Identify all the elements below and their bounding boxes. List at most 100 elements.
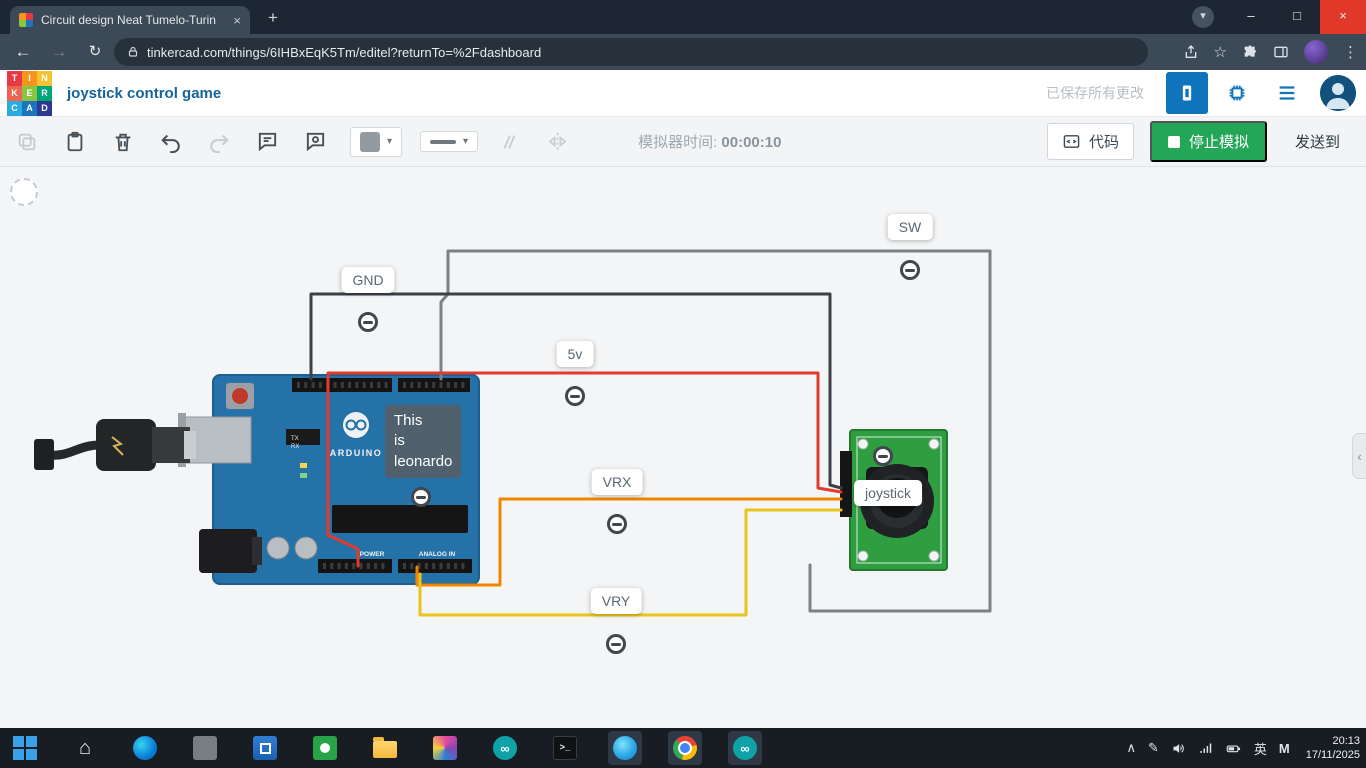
copy-icon[interactable] bbox=[14, 129, 40, 155]
browser-tab[interactable]: Circuit design Neat Tumelo-Turin × bbox=[10, 6, 250, 34]
clock-date: 17/11/2025 bbox=[1305, 749, 1360, 761]
edge-open-app-icon[interactable] bbox=[608, 731, 642, 765]
tinkercad-header: T I N K E R C A D joystick control game … bbox=[0, 70, 1366, 117]
address-bar[interactable]: tinkercad.com/things/6IHBxEqK5Tm/editel?… bbox=[114, 38, 1148, 66]
command-prompt-icon[interactable]: >_ bbox=[548, 731, 582, 765]
browser-menu-icon[interactable]: ⋮ bbox=[1343, 43, 1358, 61]
wire-style-dropdown[interactable]: ▾ bbox=[420, 131, 479, 152]
tray-expand-icon[interactable]: ∧ bbox=[1126, 740, 1136, 756]
infinity-app-icon[interactable]: ∞ bbox=[488, 731, 522, 765]
pen-tray-icon[interactable]: ✎ bbox=[1148, 740, 1159, 756]
ime-indicator[interactable]: M bbox=[1279, 741, 1290, 756]
chrome-open-app-icon[interactable] bbox=[668, 731, 702, 765]
tinkercad-logo[interactable]: T I N K E R C A D bbox=[7, 70, 52, 116]
infinity-icon: ∞ bbox=[493, 736, 517, 760]
reload-button[interactable]: ↻ bbox=[82, 40, 108, 64]
chrome-icon bbox=[673, 736, 697, 760]
board-note-tooltip: This is leonardo bbox=[385, 405, 462, 478]
components-view-button[interactable] bbox=[1166, 72, 1208, 114]
list-view-button[interactable] bbox=[1266, 72, 1308, 114]
pin-marker-sw[interactable] bbox=[900, 260, 920, 280]
wire-vrx[interactable] bbox=[415, 497, 843, 587]
pin-marker-joystick[interactable] bbox=[873, 446, 893, 466]
design-title[interactable]: joystick control game bbox=[67, 85, 221, 102]
edge-icon bbox=[613, 736, 637, 760]
color-swatch bbox=[360, 131, 380, 152]
usb-cable[interactable] bbox=[34, 419, 196, 471]
start-button[interactable] bbox=[8, 731, 42, 765]
user-avatar[interactable] bbox=[1320, 75, 1356, 111]
circuit-chip-button[interactable] bbox=[1216, 72, 1258, 114]
send-to-button[interactable]: 发送到 bbox=[1295, 131, 1340, 152]
battery-icon[interactable] bbox=[1225, 741, 1242, 756]
window-maximize-button[interactable]: □ bbox=[1274, 0, 1320, 34]
pin-marker-gnd[interactable] bbox=[358, 312, 378, 332]
edge-app-icon[interactable] bbox=[128, 731, 162, 765]
green-app-icon[interactable] bbox=[308, 731, 342, 765]
notes-icon[interactable] bbox=[254, 129, 280, 155]
logo-tile: N bbox=[37, 70, 52, 86]
lenovo-app-icon[interactable] bbox=[188, 731, 222, 765]
code-icon bbox=[1063, 135, 1080, 148]
pin-marker-5v[interactable] bbox=[565, 386, 585, 406]
network-icon[interactable] bbox=[1198, 741, 1213, 756]
components-panel-toggle[interactable]: ‹ bbox=[1352, 433, 1366, 479]
browser-profile-avatar[interactable] bbox=[1304, 40, 1328, 64]
pin-marker-board-note[interactable] bbox=[411, 487, 431, 507]
windows-logo-icon bbox=[13, 736, 37, 760]
code-button[interactable]: 代码 bbox=[1046, 123, 1134, 160]
window-minimize-button[interactable]: – bbox=[1228, 0, 1274, 34]
photos-app-icon[interactable] bbox=[428, 731, 462, 765]
board-brand-text: ARDUINO bbox=[330, 448, 383, 458]
board-power-text: POWER bbox=[360, 551, 385, 558]
toggle-notes-visibility-icon[interactable] bbox=[302, 129, 328, 155]
rotate-icon[interactable] bbox=[496, 129, 522, 155]
blue-app-icon[interactable] bbox=[248, 731, 282, 765]
back-button[interactable]: ← bbox=[10, 40, 36, 64]
file-explorer-icon[interactable] bbox=[368, 731, 402, 765]
simulator-time-label: 模拟器时间: bbox=[638, 134, 718, 151]
pin-label-5v: 5v bbox=[556, 341, 594, 367]
edge-icon bbox=[133, 736, 157, 760]
tab-search-button[interactable]: ▾ bbox=[1192, 6, 1214, 28]
board-analog-text: ANALOG IN bbox=[419, 551, 456, 558]
pin-label-gnd: GND bbox=[341, 267, 395, 293]
delete-icon[interactable] bbox=[110, 129, 136, 155]
desktop-screen: Circuit design Neat Tumelo-Turin × + ▾ –… bbox=[0, 0, 1366, 768]
circuit-scene: ARDUINO TX RX POWER ANALOG IN bbox=[34, 249, 992, 617]
share-icon[interactable] bbox=[1183, 44, 1199, 60]
green-square-icon bbox=[313, 736, 337, 760]
pin-marker-vrx[interactable] bbox=[607, 514, 627, 534]
paste-icon[interactable] bbox=[62, 129, 88, 155]
simulator-time-value: 00:00:10 bbox=[721, 134, 782, 151]
logo-tile: E bbox=[22, 85, 37, 101]
redo-icon[interactable] bbox=[206, 129, 232, 155]
new-tab-button[interactable]: + bbox=[262, 7, 284, 29]
mirror-icon[interactable] bbox=[544, 129, 570, 155]
volume-icon[interactable] bbox=[1171, 741, 1186, 756]
circuit-canvas[interactable]: ARDUINO TX RX POWER ANALOG IN ‹ GND SW 5… bbox=[0, 167, 1366, 728]
lenovo-icon bbox=[193, 736, 217, 760]
language-indicator[interactable]: 英 bbox=[1254, 739, 1267, 758]
pin-marker-vry[interactable] bbox=[606, 634, 626, 654]
board-rx-text: RX bbox=[291, 444, 299, 450]
zoom-to-fit-button[interactable] bbox=[10, 178, 38, 206]
stop-simulation-button[interactable]: 停止模拟 bbox=[1149, 121, 1267, 162]
extensions-puzzle-icon[interactable] bbox=[1242, 44, 1258, 60]
forward-button[interactable]: → bbox=[46, 40, 72, 64]
bookmark-star-icon[interactable]: ☆ bbox=[1214, 43, 1227, 61]
caret-down-icon: ▾ bbox=[387, 136, 393, 147]
undo-icon[interactable] bbox=[158, 129, 184, 155]
home-app-icon[interactable]: ⌂ bbox=[68, 731, 102, 765]
terminal-icon: >_ bbox=[553, 736, 577, 760]
infinity-open-app-icon[interactable]: ∞ bbox=[728, 731, 762, 765]
pin-label-vry: VRY bbox=[590, 588, 642, 614]
color-dropdown[interactable]: ▾ bbox=[350, 126, 403, 157]
code-button-label: 代码 bbox=[1088, 134, 1119, 151]
tab-close-icon[interactable]: × bbox=[233, 13, 241, 28]
clock[interactable]: 20:13 17/11/2025 bbox=[1306, 734, 1360, 762]
lock-icon bbox=[128, 46, 138, 57]
tinkercad-favicon-icon bbox=[19, 13, 33, 27]
side-panel-icon[interactable] bbox=[1273, 44, 1289, 60]
window-close-button[interactable]: × bbox=[1320, 0, 1366, 34]
